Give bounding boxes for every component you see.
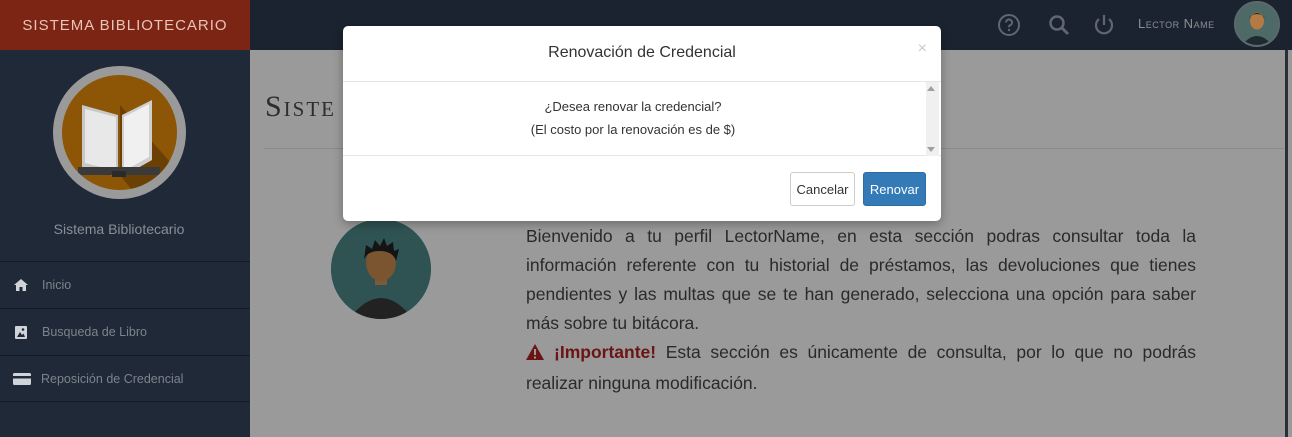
sidebar-menu: Inicio Busqueda de Libro Reposición de C…: [0, 261, 250, 402]
sidebar: Sistema Bibliotecario Sistema Biblioteca…: [0, 0, 250, 437]
app-window: Sistema Bibliotecario Sistema Biblioteca…: [0, 0, 1292, 437]
sidebar-item-label: Busqueda de Libro: [42, 325, 147, 339]
scroll-down-icon[interactable]: [927, 147, 935, 152]
sidebar-title: Sistema Bibliotecario: [53, 221, 185, 237]
modal-footer: Cancelar Renovar: [343, 156, 941, 220]
modal-cost-note: (El costo por la renovación es de $): [530, 122, 736, 137]
modal-scrollbar[interactable]: [926, 82, 939, 156]
search-icon[interactable]: [1046, 12, 1072, 38]
sidebar-item-inicio[interactable]: Inicio: [0, 261, 250, 308]
scroll-up-icon[interactable]: [927, 86, 935, 91]
warning-icon: [526, 340, 544, 369]
modal-body: ¿Desea renovar la credencial? (El costo …: [343, 82, 941, 156]
page-title: Siste: [265, 90, 337, 123]
image-icon: [12, 325, 30, 339]
important-label: ¡Importante!: [554, 342, 657, 362]
renewal-modal: Renovación de Credencial × ¿Desea renova…: [343, 26, 941, 221]
content-border: [1285, 50, 1288, 437]
library-logo: [53, 66, 186, 199]
brand-title[interactable]: Sistema Bibliotecario: [0, 0, 250, 50]
sidebar-item-label: Inicio: [42, 278, 72, 292]
home-icon: [12, 278, 30, 292]
credit-card-icon: [12, 372, 32, 386]
sidebar-item-reposicion[interactable]: Reposición de Credencial: [0, 355, 250, 402]
welcome-text: Bienvenido a tu perfil LectorName, en es…: [526, 222, 1196, 398]
book-icon: [62, 75, 177, 190]
renew-button[interactable]: Renovar: [863, 172, 926, 206]
close-icon[interactable]: ×: [918, 40, 927, 58]
sidebar-item-label: Reposición de Credencial: [41, 371, 184, 386]
modal-header: Renovación de Credencial ×: [343, 26, 941, 82]
profile-avatar: [331, 219, 431, 319]
avatar[interactable]: [1234, 1, 1280, 47]
modal-question: ¿Desea renovar la credencial?: [544, 99, 722, 114]
welcome-paragraph: Bienvenido a tu perfil LectorName, en es…: [526, 226, 1196, 333]
help-icon[interactable]: [996, 12, 1022, 38]
power-icon[interactable]: [1091, 12, 1117, 38]
cancel-button[interactable]: Cancelar: [790, 172, 855, 206]
user-name[interactable]: Lector Name: [1138, 16, 1215, 31]
modal-title: Renovación de Credencial: [548, 44, 736, 61]
sidebar-item-busqueda[interactable]: Busqueda de Libro: [0, 308, 250, 355]
